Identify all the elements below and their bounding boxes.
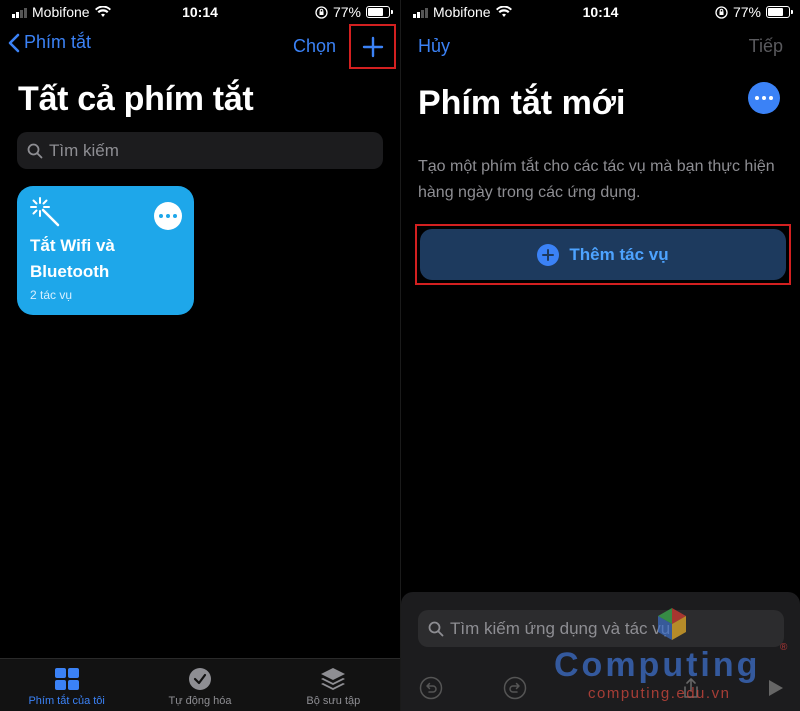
description-text: Tạo một phím tắt cho các tác vụ mà bạn t… [418,158,775,201]
add-shortcut-button[interactable] [349,24,396,69]
plus-circle-icon [537,243,560,266]
card-more-button[interactable] [154,202,182,230]
tab-label: Tự động hóa [168,695,232,707]
shortcut-title: Tắt Wifi và Bluetooth [30,236,115,281]
new-shortcut-screen: Mobifone 10:14 77% Hủy Tiếp Phím tắt mới… [400,0,800,711]
search-placeholder: Tìm kiếm [49,140,119,160]
undo-icon[interactable] [419,676,443,700]
plus-icon [362,36,383,57]
dot [762,96,766,100]
play-icon[interactable] [763,676,787,700]
tab-gallery[interactable]: Bộ sưu tập [267,659,400,711]
battery-icon [366,6,393,18]
select-button[interactable]: Chọn [293,36,336,57]
cancel-button[interactable]: Hủy [418,36,450,57]
search-icon [27,143,43,158]
clock-check-icon [188,668,211,690]
watermark-brand: Computing [554,646,761,684]
add-action-label: Thêm tác vụ [569,244,669,264]
add-action-button[interactable]: Thêm tác vụ [420,229,786,280]
search-placeholder: Tìm kiếm ứng dụng và tác vụ [450,618,671,638]
dot [159,214,163,218]
search-input[interactable]: Tìm kiếm [17,132,383,169]
magic-wand-icon [30,197,60,227]
search-icon [428,621,444,636]
dot [166,214,170,218]
layers-icon [321,668,346,690]
back-button[interactable]: Phím tắt [8,32,91,53]
tab-label: Bộ sưu tập [306,695,361,707]
battery-percent: 77% [332,4,361,20]
app-action-search-input[interactable]: Tìm kiếm ứng dụng và tác vụ [418,610,784,647]
dot [173,214,177,218]
nav-bar: Phím tắt Chọn [0,28,400,64]
grid-icon [54,668,79,690]
orientation-lock-icon [315,5,328,19]
highlight-box: Thêm tác vụ [415,224,791,285]
tab-bar: Phím tắt của tôi Tự động hóa Bộ sưu tập [0,658,400,711]
battery-fill [768,8,784,16]
battery-percent: 77% [732,4,761,20]
tab-my-shortcuts[interactable]: Phím tắt của tôi [0,659,133,711]
battery-group: 77% [315,4,393,20]
watermark-registered: ® [780,642,788,653]
back-label: Phím tắt [24,32,92,52]
battery-group: 77% [715,4,793,20]
page-title: Tất cả phím tắt [18,80,254,118]
chevron-left-icon [8,33,20,52]
shortcuts-list-screen: Mobifone 10:14 77% Phím tắt Chọn Tất cả … [0,0,400,711]
dot [769,96,773,100]
orientation-lock-icon [715,5,728,19]
battery-fill [368,8,384,16]
shortcut-action-count: 2 tác vụ [30,288,73,302]
status-bar: Mobifone 10:14 77% [0,0,400,24]
watermark-logo-icon [658,608,686,640]
shortcut-card[interactable]: Tắt Wifi và Bluetooth 2 tác vụ [17,186,194,315]
redo-icon[interactable] [503,676,527,700]
dot [755,96,759,100]
more-options-button[interactable] [748,82,780,114]
next-button[interactable]: Tiếp [749,36,783,57]
status-bar: Mobifone 10:14 77% [401,0,800,24]
page-title: Phím tắt mới [418,84,626,122]
battery-icon [766,6,793,18]
tab-label: Phím tắt của tôi [28,695,105,707]
tab-automation[interactable]: Tự động hóa [133,659,266,711]
watermark-url: computing.edu.vn [588,685,731,702]
